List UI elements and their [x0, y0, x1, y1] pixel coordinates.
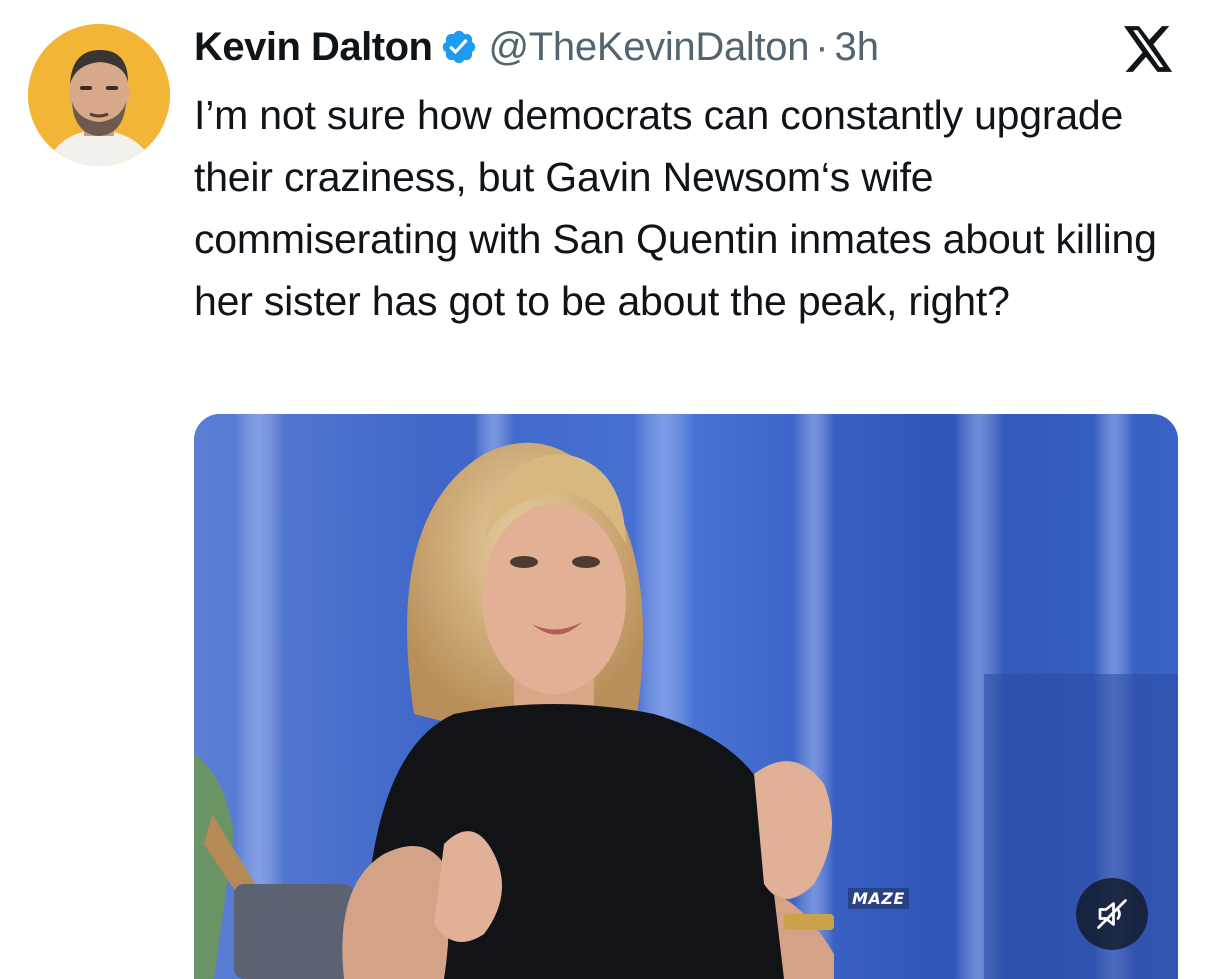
video-frame	[194, 414, 1178, 979]
author-display-name[interactable]: Kevin Dalton	[194, 25, 433, 70]
tweet-video[interactable]: MAZE	[194, 414, 1178, 979]
tweet-text: I’m not sure how democrats can constantl…	[194, 92, 1157, 324]
tweet-header: Kevin Dalton @TheKevinDalton · 3h	[194, 22, 879, 72]
verified-badge-icon	[440, 28, 478, 66]
avatar-photo	[28, 24, 170, 166]
video-watermark: MAZE	[848, 888, 909, 909]
tweet-timestamp[interactable]: 3h	[835, 25, 880, 70]
separator-dot: ·	[815, 24, 829, 69]
author-avatar[interactable]	[28, 24, 170, 166]
author-handle[interactable]: @TheKevinDalton	[488, 25, 809, 70]
x-logo-icon	[1124, 26, 1174, 72]
mute-toggle-button[interactable]	[1076, 878, 1148, 950]
speaker-muted-icon	[1097, 899, 1127, 929]
